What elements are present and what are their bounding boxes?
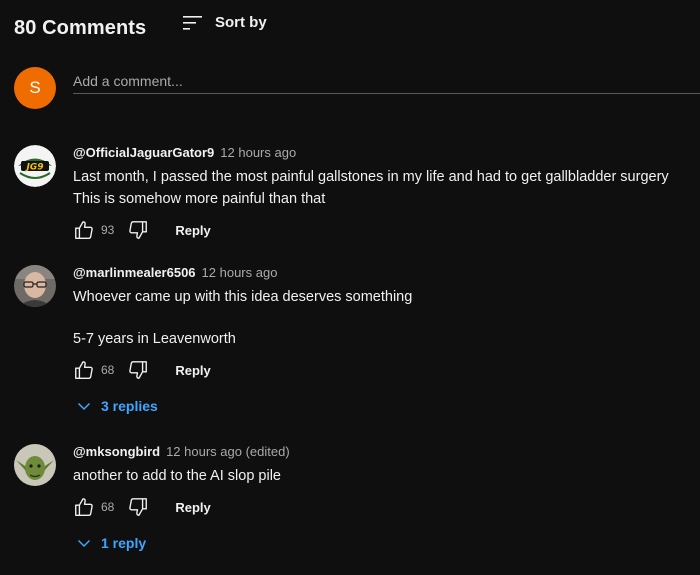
comment-text-line: Last month, I passed the most painful ga… <box>73 169 669 185</box>
jg9-logo-icon: JG9 <box>14 145 56 187</box>
comment-text: another to add to the AI slop pile <box>73 465 690 487</box>
comment-meta: @mksongbird 12 hours ago (edited) <box>73 444 690 462</box>
comment-actions: 68 Reply <box>73 495 690 519</box>
reply-button[interactable]: Reply <box>175 500 210 515</box>
replies-label: 3 replies <box>101 398 158 414</box>
comment-meta: @marlinmealer6506 12 hours ago <box>73 265 690 283</box>
comment-body: @mksongbird 12 hours ago (edited) anothe… <box>73 444 690 555</box>
like-count: 68 <box>101 500 115 514</box>
comment-meta: @OfficialJaguarGator9 12 hours ago <box>73 145 690 163</box>
replies-label: 1 reply <box>101 535 147 551</box>
add-comment-input[interactable] <box>73 69 700 94</box>
chevron-down-icon <box>77 402 91 411</box>
comment-count: 80 Comments <box>14 16 147 39</box>
comment-author[interactable]: @marlinmealer6506 <box>73 265 196 280</box>
like-count: 68 <box>101 363 115 377</box>
user-photo-icon <box>14 265 56 307</box>
comment-body: @OfficialJaguarGator9 12 hours ago Last … <box>73 145 690 242</box>
comment-actions: 68 Reply <box>73 358 690 382</box>
avatar[interactable]: JG9 <box>14 145 56 187</box>
avatar[interactable] <box>14 265 56 307</box>
comment-text-line: Whoever came up with this idea deserves … <box>73 289 413 305</box>
thumbs-up-icon <box>75 361 93 379</box>
comment-author[interactable]: @mksongbird <box>73 444 160 459</box>
avatar-letter: S <box>29 78 41 97</box>
dislike-button[interactable] <box>127 219 149 241</box>
comment-time[interactable]: 12 hours ago (edited) <box>166 444 290 459</box>
view-replies-button[interactable]: 3 replies <box>77 394 690 418</box>
sort-icon <box>183 15 202 30</box>
svg-text:JG9: JG9 <box>25 163 44 173</box>
avatar[interactable] <box>14 444 56 486</box>
thumbs-up-icon <box>75 221 93 239</box>
comment-time[interactable]: 12 hours ago <box>202 265 278 280</box>
thumbs-down-icon <box>129 498 148 516</box>
comments-section: 80 Comments Sort by S JG9 @Off <box>0 0 700 575</box>
goblin-avatar-icon <box>14 444 56 486</box>
thumbs-up-icon <box>75 498 93 516</box>
dislike-button[interactable] <box>127 496 149 518</box>
comment-text: Whoever came up with this idea deserves … <box>73 286 690 350</box>
comment-text-line: another to add to the AI slop pile <box>73 468 281 484</box>
comment-text-line: This is somehow more painful than that <box>73 191 326 207</box>
add-comment-row: S <box>14 67 700 111</box>
like-count: 93 <box>101 223 115 237</box>
sort-by-button[interactable]: Sort by <box>183 14 267 31</box>
thumbs-down-icon <box>129 221 148 239</box>
view-replies-button[interactable]: 1 reply <box>77 531 690 555</box>
comment-text: Last month, I passed the most painful ga… <box>73 166 690 210</box>
dislike-button[interactable] <box>127 359 149 381</box>
like-button[interactable] <box>73 359 95 381</box>
like-button[interactable] <box>73 219 95 241</box>
thumbs-down-icon <box>129 361 148 379</box>
comment-time[interactable]: 12 hours ago <box>220 145 296 160</box>
comment-actions: 93 Reply <box>73 218 690 242</box>
like-button[interactable] <box>73 496 95 518</box>
comment-body: @marlinmealer6506 12 hours ago Whoever c… <box>73 265 690 418</box>
chevron-down-icon <box>77 539 91 548</box>
comment-text-line: 5-7 years in Leavenworth <box>73 331 236 347</box>
comments-header: 80 Comments <box>14 14 146 42</box>
current-user-avatar[interactable]: S <box>14 67 56 109</box>
comment-author[interactable]: @OfficialJaguarGator9 <box>73 145 214 160</box>
reply-button[interactable]: Reply <box>175 363 210 378</box>
sort-by-label: Sort by <box>215 14 267 31</box>
reply-button[interactable]: Reply <box>175 223 210 238</box>
